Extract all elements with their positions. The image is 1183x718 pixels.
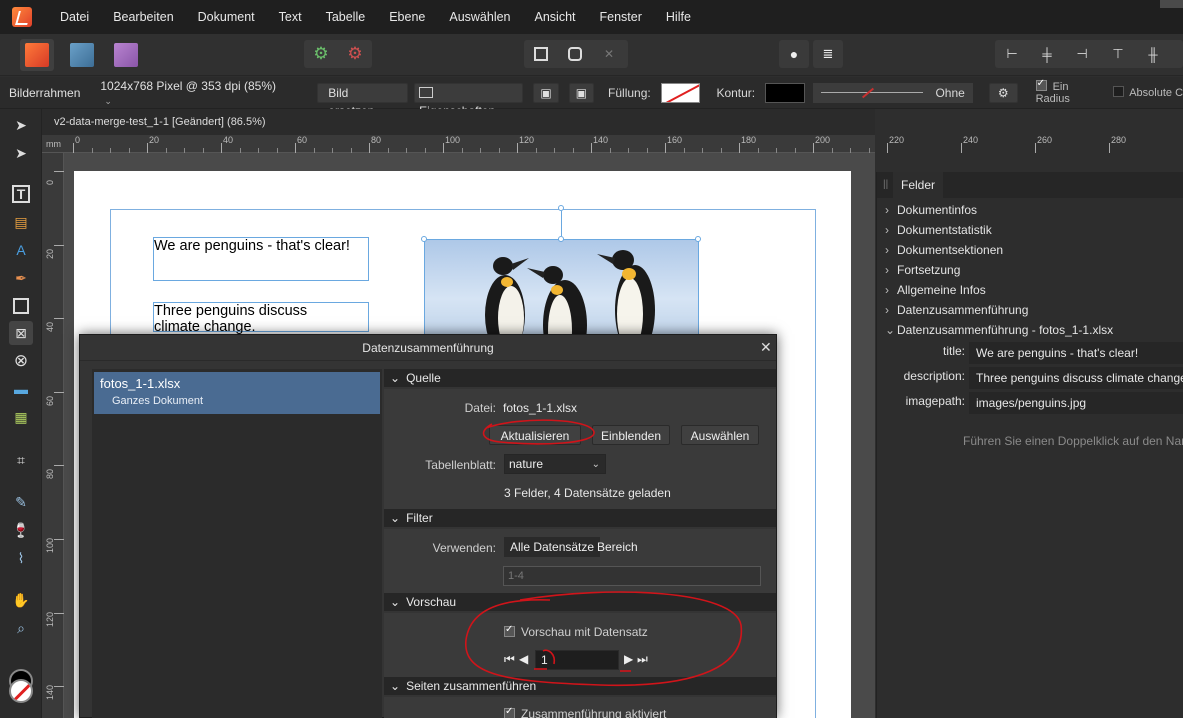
annotation-circle-refresh <box>482 419 595 445</box>
annotation-overlay <box>465 419 743 687</box>
annotation-mark-record <box>542 649 556 665</box>
annotation-circle-preview <box>465 591 743 687</box>
